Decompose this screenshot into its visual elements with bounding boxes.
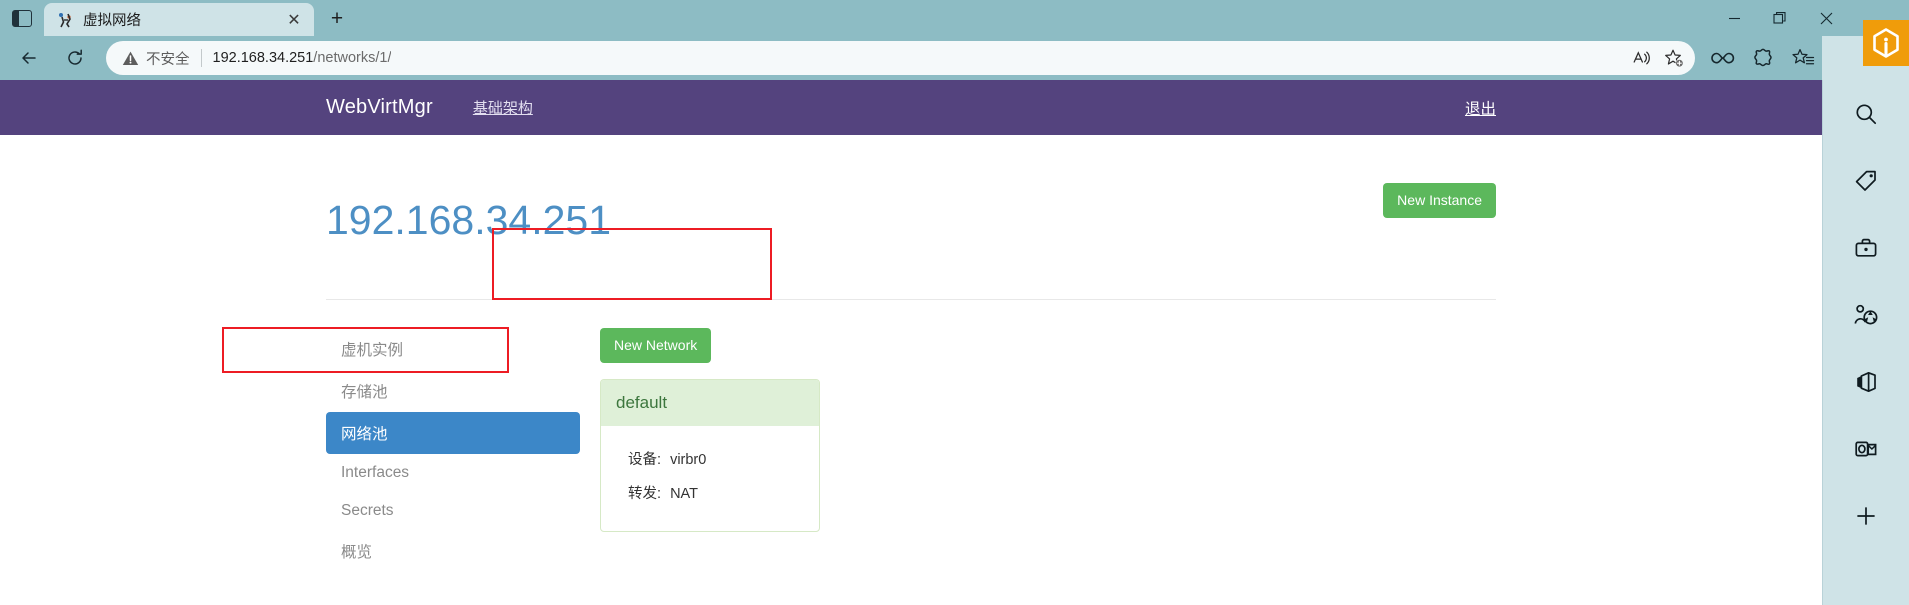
new-instance-button[interactable]: New Instance <box>1383 183 1496 218</box>
logout-link[interactable]: 退出 <box>1465 101 1496 118</box>
new-network-button[interactable]: New Network <box>600 327 712 363</box>
back-button[interactable] <box>10 39 48 77</box>
edge-drop-badge[interactable] <box>1863 20 1909 66</box>
url-text: 192.168.34.251/networks/1/ <box>213 50 392 66</box>
rail-divider <box>1822 80 1823 605</box>
new-instance-area: New Instance <box>1383 173 1496 218</box>
page-body: 虚机实例 存储池 网络池 Interfaces Secrets 概览 New N… <box>326 300 1496 572</box>
network-forward-value: NAT <box>670 485 698 502</box>
sidebar-item-overview[interactable]: 概览 <box>326 530 580 572</box>
tab-actions-area <box>0 0 44 36</box>
sidebar-list: 虚机实例 存储池 网络池 Interfaces Secrets 概览 <box>326 328 580 572</box>
tab-close-icon[interactable]: ✕ <box>282 8 306 32</box>
url-path: /networks/1/ <box>313 50 392 66</box>
sidebar-item-interfaces[interactable]: Interfaces <box>326 454 580 492</box>
sidebar-item-label[interactable]: Secrets <box>326 492 580 530</box>
browser-titlebar: 虚拟网络 ✕ + <box>0 0 1909 36</box>
tab-title: 虚拟网络 <box>83 13 141 29</box>
browser-essentials-icon[interactable] <box>1743 39 1783 77</box>
site-navbar: WebVirtMgr 基础架构 退出 <box>0 80 1822 135</box>
sidebar-item-networks[interactable]: 网络池 <box>326 411 580 454</box>
nav-link-infrastructure[interactable]: 基础架构 <box>473 97 533 118</box>
network-device-row: 设备: virbr0 <box>628 448 804 469</box>
page-header: 192.168.34.251 New Instance <box>326 135 1496 269</box>
sidebar-item-storages[interactable]: 存储池 <box>326 370 580 412</box>
sidebar-item-label[interactable]: 网络池 <box>326 411 580 454</box>
edge-sidebar-rail <box>1822 36 1909 605</box>
site-brand[interactable]: WebVirtMgr <box>326 96 433 119</box>
copilot-icon[interactable] <box>1703 39 1743 77</box>
not-secure-warning-icon[interactable] <box>122 50 139 67</box>
security-status-label: 不安全 <box>146 51 190 68</box>
virtual-network-favicon <box>56 11 74 29</box>
browser-window: 虚拟网络 ✕ + 不安全 192.168.34.251/networks/1/ … <box>0 0 1909 605</box>
network-device-value: virbr0 <box>670 451 707 468</box>
network-forward-label: 转发: <box>628 485 662 502</box>
page-title: 192.168.34.251 <box>326 197 611 244</box>
network-device-label: 设备: <box>628 451 662 468</box>
omnibox-actions <box>1625 43 1689 73</box>
page-viewport: WebVirtMgr 基础架构 退出 192.168.34.251 New In… <box>0 80 1822 605</box>
network-panel-body: 设备: virbr0 转发: NAT <box>601 426 819 531</box>
browser-tab[interactable]: 虚拟网络 ✕ <box>44 3 314 36</box>
games-icon[interactable] <box>1844 293 1888 337</box>
url-host: 192.168.34.251 <box>212 50 314 66</box>
new-network-area: New Network <box>588 314 1496 379</box>
sidebar-item-secrets[interactable]: Secrets <box>326 492 580 530</box>
browser-toolbar: 不安全 192.168.34.251/networks/1/ <box>0 36 1909 80</box>
tag-icon[interactable] <box>1844 159 1888 203</box>
network-panel-default[interactable]: default 设备: virbr0 转发: NAT <box>600 378 820 532</box>
read-aloud-icon[interactable] <box>1627 43 1657 73</box>
window-controls <box>1711 0 1849 36</box>
outlook-icon[interactable] <box>1844 427 1888 471</box>
office-icon[interactable] <box>1844 360 1888 404</box>
add-favorite-icon[interactable] <box>1659 43 1689 73</box>
reload-button[interactable] <box>56 39 94 77</box>
sidebar-item-label[interactable]: 概览 <box>326 530 580 572</box>
favorites-icon[interactable] <box>1783 39 1823 77</box>
sidebar-item-label[interactable]: Interfaces <box>326 454 580 492</box>
address-bar[interactable]: 不安全 192.168.34.251/networks/1/ <box>106 41 1695 75</box>
tab-sidebar-toggle-icon[interactable] <box>12 9 32 27</box>
add-icon[interactable] <box>1844 494 1888 538</box>
search-icon[interactable] <box>1844 92 1888 136</box>
minimize-button[interactable] <box>1711 0 1757 36</box>
sidebar-item-instances[interactable]: 虚机实例 <box>326 328 580 370</box>
briefcase-icon[interactable] <box>1844 226 1888 270</box>
sidebar: 虚机实例 存储池 网络池 Interfaces Secrets 概览 <box>326 314 580 572</box>
sidebar-item-label[interactable]: 虚机实例 <box>326 328 580 370</box>
network-forward-row: 转发: NAT <box>628 482 804 503</box>
omnibox-divider <box>200 49 202 67</box>
close-window-button[interactable] <box>1803 0 1849 36</box>
main-content: New Network default 设备: virbr0 转发: NAT <box>580 314 1496 572</box>
navbar-right: 退出 <box>1465 97 1496 119</box>
sidebar-item-label[interactable]: 存储池 <box>326 370 580 412</box>
new-tab-button[interactable]: + <box>320 2 354 36</box>
page-container: 192.168.34.251 New Instance 虚机实例 存储池 网络池… <box>311 135 1511 572</box>
network-panel-title[interactable]: default <box>601 379 819 426</box>
maximize-restore-button[interactable] <box>1757 0 1803 36</box>
